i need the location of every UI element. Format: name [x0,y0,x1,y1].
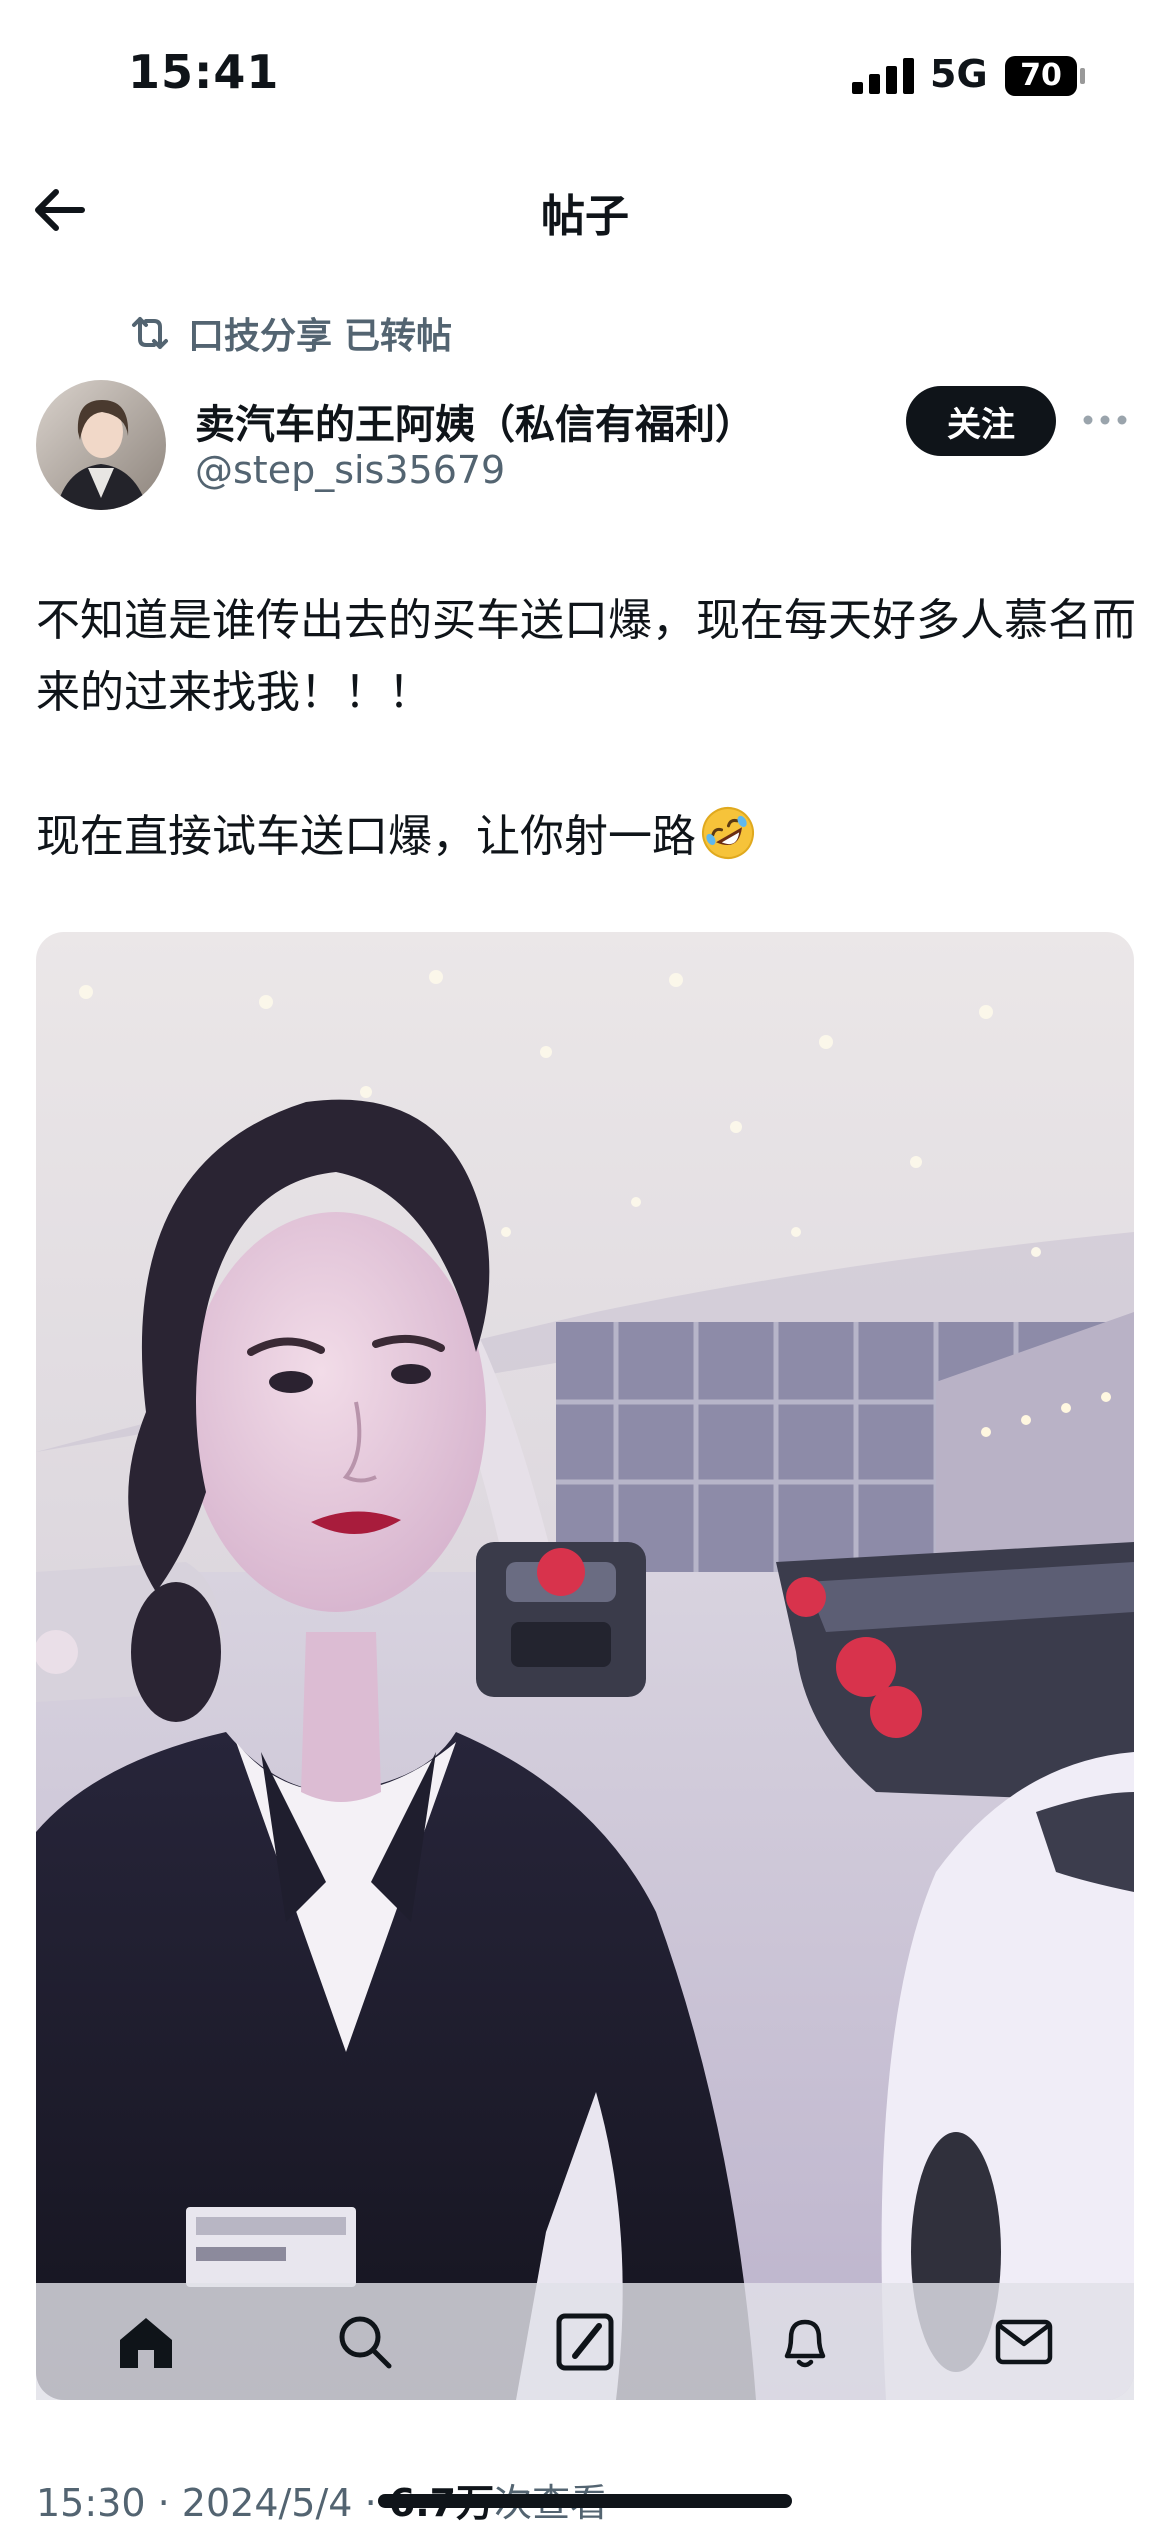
post-body: 不知道是谁传出去的买车送口爆，现在每天好多人慕名而来的过来找我！！！ 现在直接试… [36,585,1136,873]
repost-indicator[interactable]: 口技分享 已转帖 [128,308,452,358]
bell-icon [784,2319,825,2367]
post-paragraph-2-text: 现在直接试车送口爆，让你射一路 [36,811,696,862]
author-handle[interactable]: @step_sis35679 [195,448,505,492]
post-date: 2024/5/4 [181,2481,353,2525]
nav-compose[interactable] [535,2292,635,2392]
post-time: 15:30 [36,2481,146,2525]
page-header: 帖子 [0,160,1170,260]
nav-home[interactable] [96,2292,196,2392]
compose-icon [556,2313,614,2370]
network-type: 5G [930,52,988,96]
meta-separator: · [364,2481,377,2525]
nav-messages[interactable] [974,2292,1074,2392]
status-bar: 15:41 5G 70 [0,0,1170,150]
rolling-on-floor-laughing-icon [702,807,754,859]
avatar[interactable] [36,380,166,510]
battery-tip [1080,68,1085,84]
bottom-nav [36,2283,1134,2400]
battery-icon: 70 [1005,56,1085,96]
status-time: 15:41 [128,45,280,99]
repost-label: 已转帖 [344,316,453,357]
repost-user[interactable]: 口技分享 [188,307,332,359]
signal-icon [852,58,914,94]
meta-separator: · [157,2481,170,2525]
page-title: 帖子 [541,191,629,242]
home-icon [119,2317,172,2368]
home-indicator[interactable] [378,2494,792,2508]
post-paragraph-2: 现在直接试车送口爆，让你射一路 [36,801,1136,873]
post-image[interactable] [36,932,1134,2400]
search-icon [339,2316,392,2368]
nav-notifications[interactable] [755,2292,855,2392]
repost-icon [132,317,168,349]
author-name[interactable]: 卖汽车的王阿姨（私信有福利） [195,392,755,450]
nav-search[interactable] [315,2292,415,2392]
more-options-icon[interactable] [1080,405,1130,435]
post-paragraph-1: 不知道是谁传出去的买车送口爆，现在每天好多人慕名而来的过来找我！！！ [36,595,1136,718]
mail-icon [995,2319,1053,2364]
follow-button[interactable]: 关注 [906,386,1056,456]
battery-level: 70 [1005,56,1077,96]
